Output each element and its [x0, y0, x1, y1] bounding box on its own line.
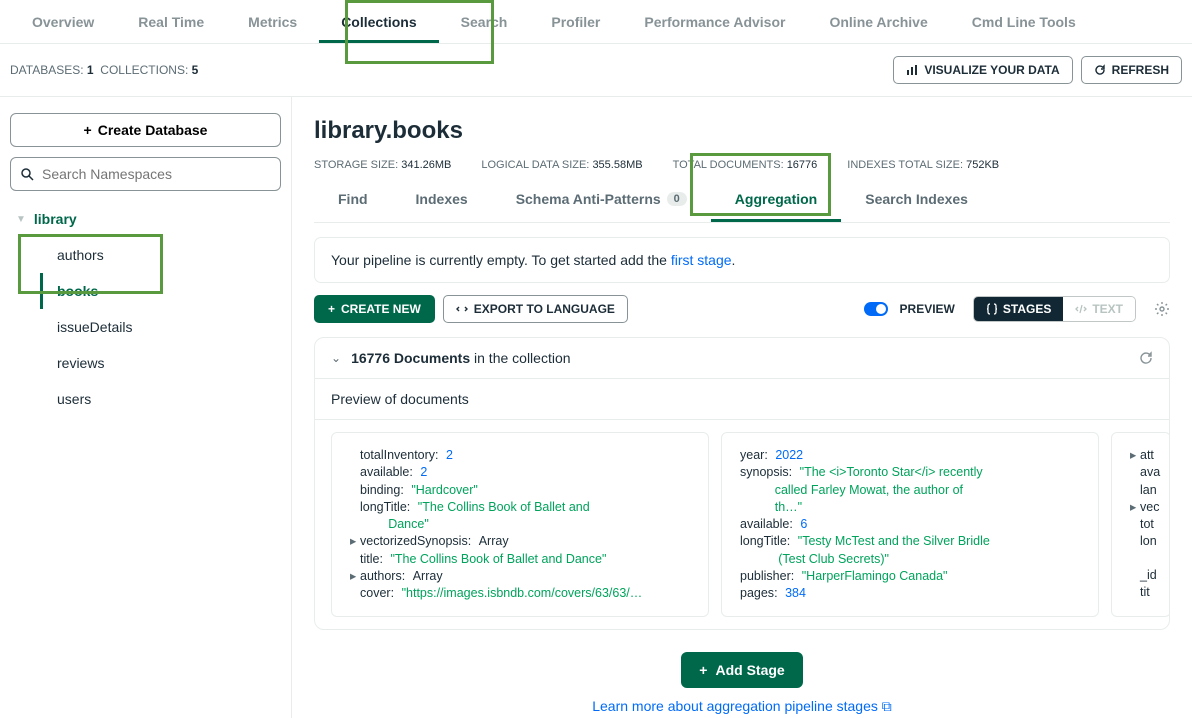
- tab-collections[interactable]: Collections: [319, 2, 438, 43]
- databases-count: 1: [87, 63, 94, 77]
- collection-list: authors books issueDetails reviews users: [10, 237, 281, 417]
- search-namespaces-input[interactable]: [10, 157, 281, 191]
- tab-overview[interactable]: Overview: [10, 2, 116, 43]
- document-preview-3: ▸att ava lan ▸vec tot lon _id tit: [1111, 432, 1169, 617]
- panel-header[interactable]: ⌄ 16776 Documents in the collection: [315, 338, 1169, 379]
- create-new-button[interactable]: + CREATE NEW: [314, 295, 435, 323]
- collection-item-reviews[interactable]: reviews: [40, 345, 281, 381]
- gear-icon[interactable]: [1154, 301, 1170, 317]
- documents-panel: ⌄ 16776 Documents in the collection Prev…: [314, 337, 1170, 630]
- collection-item-authors[interactable]: authors: [40, 237, 281, 273]
- info-bar: DATABASES: 1 COLLECTIONS: 5 VISUALIZE YO…: [0, 44, 1192, 97]
- first-stage-link[interactable]: first stage: [671, 252, 732, 268]
- subtab-aggregation[interactable]: Aggregation: [711, 179, 841, 222]
- sidebar: + Create Database ▼ library authors book…: [0, 97, 292, 718]
- search-namespaces-field[interactable]: [42, 166, 270, 182]
- collection-item-books[interactable]: books: [40, 273, 281, 309]
- create-database-button[interactable]: + Create Database: [10, 113, 281, 147]
- braces-icon: [986, 303, 998, 315]
- collections-count: 5: [192, 63, 199, 77]
- view-mode-stages[interactable]: STAGES: [974, 297, 1063, 321]
- preview-of-documents-label: Preview of documents: [315, 379, 1169, 420]
- subtab-search-indexes[interactable]: Search Indexes: [841, 179, 992, 222]
- database-row-library[interactable]: ▼ library: [10, 201, 281, 237]
- subtab-find[interactable]: Find: [314, 179, 392, 222]
- export-icon: [456, 303, 468, 315]
- top-tabs: Overview Real Time Metrics Collections S…: [0, 0, 1192, 44]
- plus-icon: +: [84, 122, 92, 138]
- databases-label: DATABASES:: [10, 63, 84, 77]
- caret-down-icon: ▼: [16, 214, 26, 225]
- main-content: library.books STORAGE SIZE: 341.26MB LOG…: [292, 97, 1192, 718]
- tab-search[interactable]: Search: [439, 2, 530, 43]
- preview-label: PREVIEW: [900, 302, 955, 316]
- tab-cmd-line-tools[interactable]: Cmd Line Tools: [950, 2, 1098, 43]
- add-stage-button[interactable]: + Add Stage: [681, 652, 802, 688]
- document-preview-2: year: 2022 synopsis: "The <i>Toronto Sta…: [721, 432, 1099, 617]
- subtab-indexes[interactable]: Indexes: [392, 179, 492, 222]
- chevron-down-icon: ⌄: [331, 351, 341, 365]
- tab-performance-advisor[interactable]: Performance Advisor: [622, 2, 807, 43]
- collections-label: COLLECTIONS:: [100, 63, 188, 77]
- sub-tabs: Find Indexes Schema Anti-Patterns0 Aggre…: [314, 179, 1170, 223]
- panel-refresh-icon[interactable]: [1139, 351, 1153, 365]
- collection-title: library.books: [314, 117, 1170, 145]
- subtab-schema[interactable]: Schema Anti-Patterns0: [492, 179, 711, 222]
- collection-item-issuedetails[interactable]: issueDetails: [40, 309, 281, 345]
- schema-badge: 0: [667, 192, 687, 206]
- bar-chart-icon: [906, 64, 918, 76]
- search-icon: [21, 168, 34, 181]
- visualize-data-button[interactable]: VISUALIZE YOUR DATA: [893, 56, 1072, 84]
- view-mode-segment: STAGES TEXT: [973, 296, 1136, 322]
- collection-stats: STORAGE SIZE: 341.26MB LOGICAL DATA SIZE…: [314, 159, 1170, 171]
- learn-more-link[interactable]: Learn more about aggregation pipeline st…: [592, 698, 892, 714]
- tab-realtime[interactable]: Real Time: [116, 2, 226, 43]
- tab-metrics[interactable]: Metrics: [226, 2, 319, 43]
- collection-item-users[interactable]: users: [40, 381, 281, 417]
- empty-pipeline-message: Your pipeline is currently empty. To get…: [314, 237, 1170, 283]
- plus-icon: +: [699, 662, 707, 678]
- tab-online-archive[interactable]: Online Archive: [807, 2, 949, 43]
- tab-profiler[interactable]: Profiler: [529, 2, 622, 43]
- preview-toggle[interactable]: [864, 302, 888, 316]
- text-icon: [1075, 303, 1087, 315]
- refresh-icon: [1094, 64, 1106, 76]
- export-to-language-button[interactable]: EXPORT TO LANGUAGE: [443, 295, 628, 323]
- document-preview-1: totalInventory: 2 available: 2 binding: …: [331, 432, 709, 617]
- plus-icon: +: [328, 302, 335, 316]
- external-link-icon: ⧉: [882, 698, 892, 715]
- refresh-button[interactable]: REFRESH: [1081, 56, 1182, 84]
- aggregation-toolbar: + CREATE NEW EXPORT TO LANGUAGE PREVIEW …: [314, 295, 1170, 323]
- view-mode-text[interactable]: TEXT: [1063, 297, 1135, 321]
